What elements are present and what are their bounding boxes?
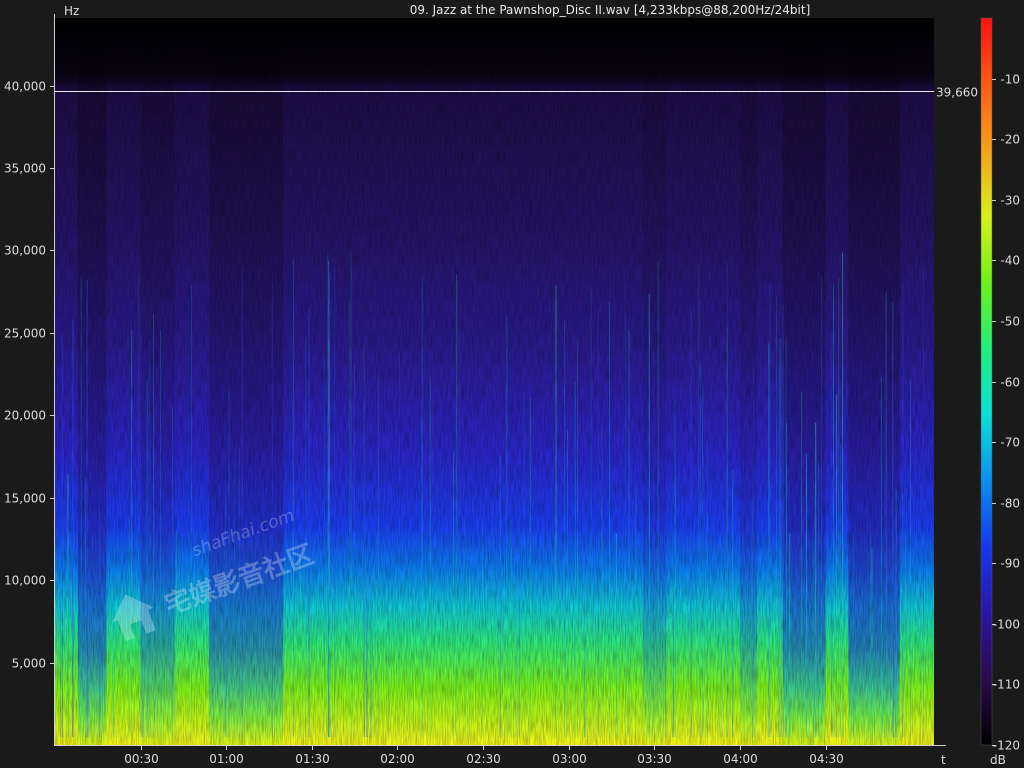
x-tick-label: 04:00 [723, 752, 758, 766]
colorbar-tick-label: -70 [1000, 436, 1020, 450]
spectrogram-chart: shaFhai.com 宅媒影音社区 Hz t 5,00010,00015,00… [4, 3, 1020, 767]
cutoff-label: 39,660 [936, 86, 978, 100]
y-tick-label: 40,000 [4, 80, 46, 94]
spectrogram-window: shaFhai.com 宅媒影音社区 Hz t 5,000 10,000 15,00… [0, 0, 1024, 768]
x-tick-label: 00:30 [124, 752, 159, 766]
colorbar-tick-label: -60 [1000, 376, 1020, 390]
colorbar-tick-label: -30 [1000, 194, 1020, 208]
colorbar-tick-label: -80 [1000, 497, 1020, 511]
x-tick-label: 04:30 [809, 752, 844, 766]
y-axis-unit-label: Hz [64, 4, 79, 18]
colorbar-tick-label: -50 [1000, 315, 1020, 329]
colorbar: -10-20-30-40-50-60-70-80-90-100-110-120 … [980, 17, 1020, 767]
x-axis-ticks: 00:30 01:00 01:30 02:00 02:30 03:00 03:30 04:00… [124, 745, 844, 766]
colorbar-gradient [980, 17, 993, 746]
x-tick-label: 03:30 [637, 752, 672, 766]
y-tick-label: 15,000 [4, 492, 46, 506]
y-tick-label: 25,000 [4, 327, 46, 341]
x-tick-label: 03:00 [552, 752, 587, 766]
y-tick-label: 30,000 [4, 244, 46, 258]
y-tick-label: 35,000 [4, 162, 46, 176]
colorbar-tick-label: -110 [993, 678, 1020, 692]
colorbar-unit-label: dB [990, 753, 1006, 767]
x-tick-label: 01:30 [295, 752, 330, 766]
x-tick-label: 02:30 [466, 752, 501, 766]
spectrogram-plot [55, 18, 934, 745]
colorbar-tick-label: -90 [1000, 557, 1020, 571]
chart-title: 09. Jazz at the Pawnshop_Disc II.wav [4,… [410, 3, 811, 17]
colorbar-tick-label: -100 [993, 618, 1020, 632]
colorbar-ticks: -10 -20 -30 -40 -50 -60 -70 -80 -90 -100 -110 -120 [992, 73, 1020, 753]
x-axis-unit-label: t [941, 753, 946, 767]
colorbar-tick-label: -20 [1000, 133, 1020, 147]
x-tick-label: 01:00 [209, 752, 244, 766]
y-tick-label: 20,000 [4, 409, 46, 423]
y-tick-label: 10,000 [4, 574, 46, 588]
y-axis-ticks: 5,000 10,000 15,000 20,000 25,000 30,000 35,00… [4, 80, 55, 671]
x-tick-label: 02:00 [380, 752, 415, 766]
colorbar-tick-label: -120 [993, 739, 1020, 753]
y-tick-label: 5,000 [12, 657, 46, 671]
spectrogram-noise-texture [55, 18, 934, 745]
colorbar-tick-label: -40 [1000, 254, 1020, 268]
colorbar-tick-label: -10 [1000, 73, 1020, 87]
